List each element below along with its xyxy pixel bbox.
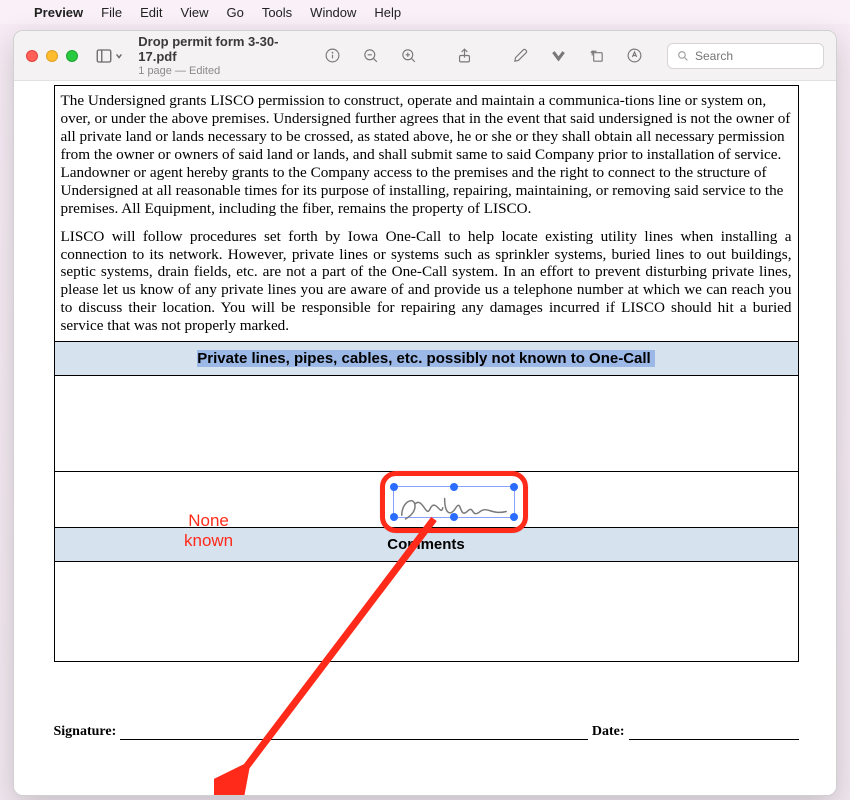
signature-field [120,722,588,740]
search-input[interactable] [695,49,815,63]
private-lines-header-text: Private lines, pipes, cables, etc. possi… [197,350,654,367]
zoom-out-button[interactable] [355,42,385,70]
resize-handle-tl[interactable] [390,483,398,491]
minimize-icon[interactable] [46,50,58,62]
comments-row [55,561,798,661]
resize-handle-bl[interactable] [390,513,398,521]
preview-window: Drop permit form 3-30-17.pdf 1 page — Ed… [13,30,837,796]
private-lines-row-1 [55,375,798,471]
signature-line: Signature: Date: [54,722,799,740]
resize-handle-tr[interactable] [510,483,518,491]
highlight-icon [626,47,643,64]
share-button[interactable] [449,42,479,70]
fullscreen-icon[interactable] [66,50,78,62]
signature-glyph [398,491,510,523]
chevron-down-icon [550,47,567,64]
private-lines-header: Private lines, pipes, cables, etc. possi… [55,341,798,375]
app-menu[interactable]: Preview [34,5,83,20]
markup-button[interactable] [505,42,535,70]
page-status: 1 page — Edited [138,65,307,77]
highlight-button[interactable] [619,42,649,70]
menu-edit[interactable]: Edit [140,5,162,20]
paragraph-2: LISCO will follow procedures set forth b… [61,228,792,336]
annotation-none-known-text: None known [184,511,233,550]
rotate-icon [588,47,605,64]
rotate-button[interactable] [581,42,611,70]
close-icon[interactable] [26,50,38,62]
sidebar-toggle[interactable] [94,42,124,70]
signature-bounding-box[interactable] [393,486,515,518]
pdf-page: The Undersigned grants LISCO permission … [26,81,826,770]
menu-file[interactable]: File [101,5,122,20]
menu-go[interactable]: Go [226,5,243,20]
info-icon [324,47,341,64]
info-button[interactable] [317,42,347,70]
zoom-in-icon [400,47,417,64]
window-controls [26,50,78,62]
permission-text-cell: The Undersigned grants LISCO permission … [55,85,798,341]
zoom-in-button[interactable] [393,42,423,70]
signature-label: Signature: [54,724,117,740]
form-table: The Undersigned grants LISCO permission … [54,85,799,662]
menu-window[interactable]: Window [310,5,356,20]
markup-pen-icon [512,47,529,64]
share-icon [456,47,473,64]
date-label: Date: [592,724,625,740]
document-title[interactable]: Drop permit form 3-30-17.pdf 1 page — Ed… [138,34,307,77]
signature-annotation-selected[interactable] [380,471,528,533]
chevron-down-icon [115,52,123,60]
resize-handle-br[interactable] [510,513,518,521]
markup-menu[interactable] [543,42,573,70]
resize-handle-tm[interactable] [450,483,458,491]
date-field [629,722,799,740]
menubar: Preview File Edit View Go Tools Window H… [0,0,850,24]
filename: Drop permit form 3-30-17.pdf [138,34,307,64]
zoom-out-icon [362,47,379,64]
search-field[interactable] [667,43,824,69]
menu-help[interactable]: Help [374,5,401,20]
menu-view[interactable]: View [181,5,209,20]
annotation-none-known[interactable]: None known [184,511,233,552]
menu-tools[interactable]: Tools [262,5,292,20]
sidebar-icon [95,47,113,65]
titlebar: Drop permit form 3-30-17.pdf 1 page — Ed… [14,31,836,81]
paragraph-1: The Undersigned grants LISCO permission … [61,92,792,218]
search-icon [676,49,689,62]
toolbar [317,42,649,70]
document-viewport[interactable]: The Undersigned grants LISCO permission … [14,81,836,795]
